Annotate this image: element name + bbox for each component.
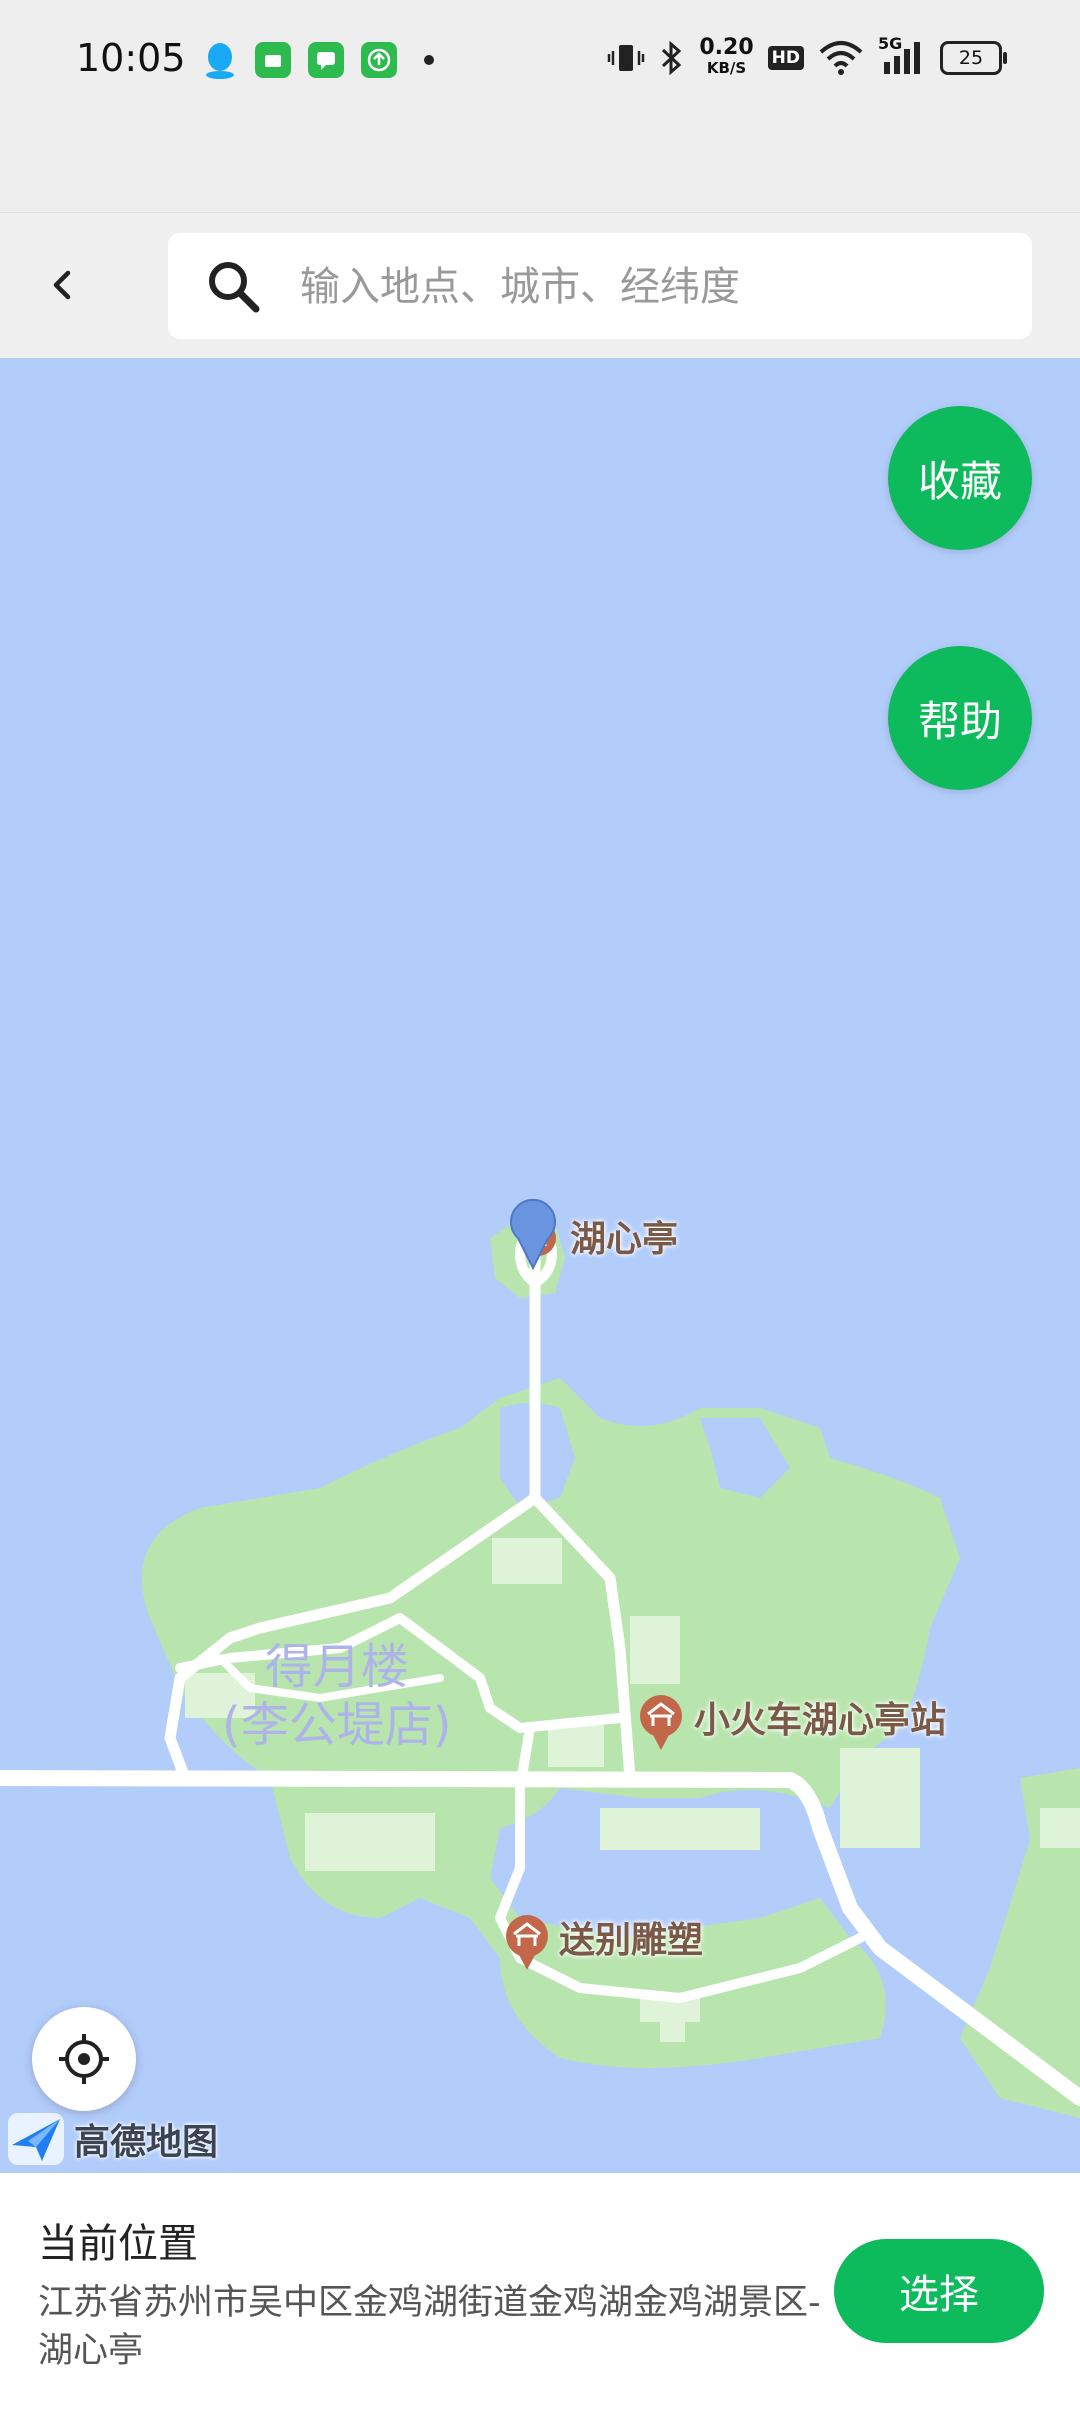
current-location-address: 江苏省苏州市吴中区金鸡湖街道金鸡湖金鸡湖景区-湖心亭 [38,2283,821,2371]
search-box[interactable] [168,233,1032,341]
locate-me-button[interactable] [32,2007,136,2111]
status-system-icons: 0.20 KB/S HD 5G 25 [607,34,1007,78]
location-info-panel: 当前位置 江苏省苏州市吴中区金鸡湖街道金鸡湖金鸡湖景区-湖心亭 选择 [0,2173,1080,2412]
network-speed-unit: KB/S [706,59,747,77]
hd-badge: HD [767,46,804,70]
status-time: 10:05 [76,36,186,80]
area-label-line2: (李公堤店) [222,1697,452,1753]
battery-icon: 25 [940,41,1007,75]
network-speed-value: 0.20 [699,35,754,60]
area-label-restaurant: 得月楼 (李公堤店) [222,1638,451,1754]
current-location-title: 当前位置 [38,2221,198,2267]
back-button[interactable] [34,257,90,313]
poi-label-train-station[interactable]: 小火车湖心亭站 [694,1691,946,1743]
cellular-signal-icon: 5G [878,34,926,76]
select-button[interactable]: 选择 [834,2239,1044,2343]
search-icon [209,262,260,313]
map-view[interactable]: 湖心亭 小火车湖心亭站 送别雕塑 得月楼 (李公堤店) 收藏 帮助 高德地图 [0,358,1080,2173]
status-notification-icons [202,42,434,79]
upload-app-icon [361,42,397,78]
poi-label-sculpture[interactable]: 送别雕塑 [559,1911,703,1963]
bluetooth-icon [662,40,682,76]
poi-label-pavilion[interactable]: 湖心亭 [570,1210,678,1262]
map-provider-logo: 高德地图 [6,2111,218,2167]
back-arrow-icon [53,270,71,300]
map-canvas [0,1198,1080,2118]
search-input[interactable] [298,233,1002,341]
qq-icon [202,42,238,79]
wallet-app-icon [255,42,291,78]
more-notifications-dot [424,55,434,65]
crosshair-icon [59,2034,109,2084]
favorite-button[interactable]: 收藏 [888,406,1032,550]
wifi-icon [819,41,863,75]
vibrate-icon [608,45,645,71]
help-button[interactable]: 帮助 [888,646,1032,790]
map-provider-logo-text: 高德地图 [74,2122,219,2163]
top-bar [0,212,1080,359]
network-speed: 0.20 KB/S [699,35,754,78]
message-app-icon [308,42,344,78]
status-bar: 10:05 0.20 KB/S HD 5G 25 [0,0,1080,125]
area-label-line1: 得月楼 [264,1639,409,1695]
amap-logo-icon [8,2113,64,2165]
battery-level: 25 [958,47,984,69]
